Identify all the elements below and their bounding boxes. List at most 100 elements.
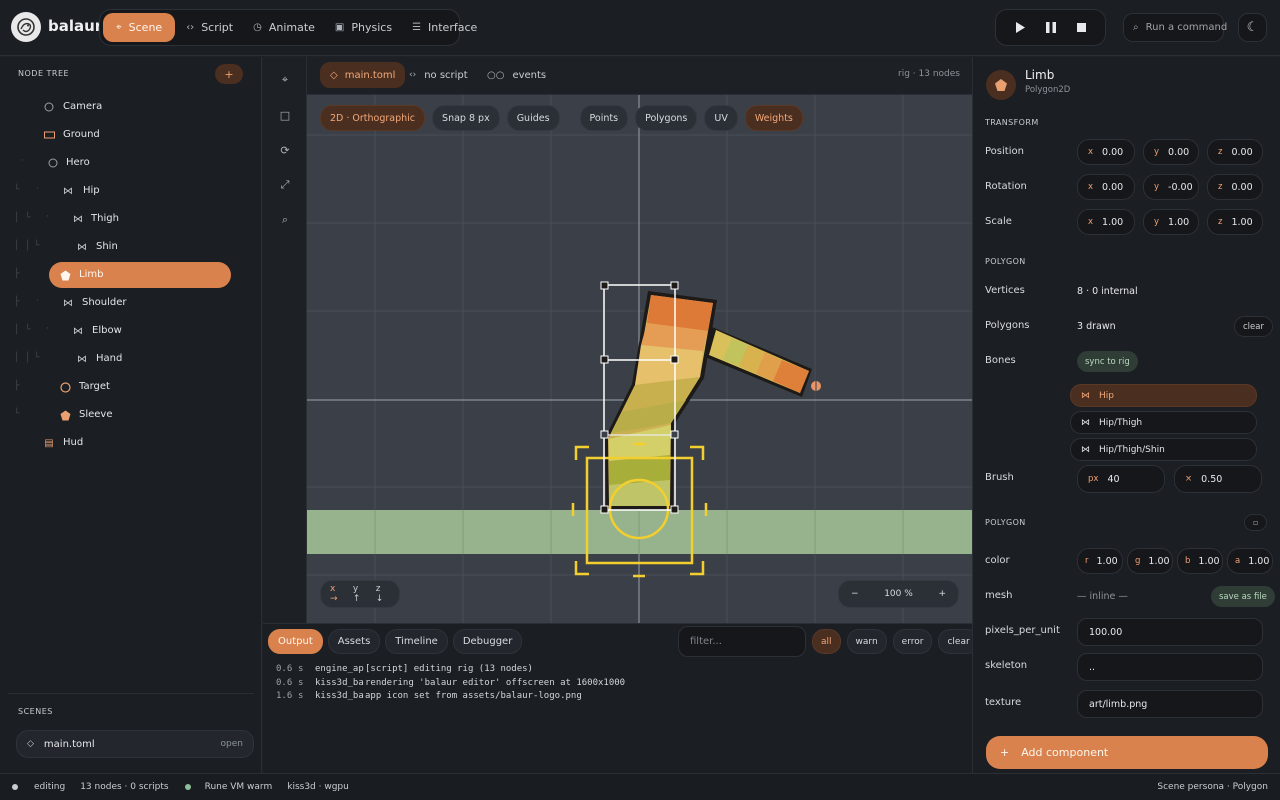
uv-toggle[interactable]: UV	[704, 105, 738, 131]
tab-physics[interactable]: ▣ Physics	[326, 13, 401, 42]
color-g-field[interactable]: g 1.00	[1127, 548, 1173, 574]
bone-item-hip-thigh-shin[interactable]: ⋈ Hip/Thigh/Shin	[1070, 438, 1257, 461]
scale-tool-button[interactable]: ⤢	[275, 175, 295, 195]
tree-guide: └	[34, 353, 40, 363]
script-tab[interactable]: ‹› no script	[409, 62, 468, 88]
rotate-tool-button[interactable]: ⟳	[275, 140, 295, 160]
scale-z-value: 1.00	[1231, 216, 1253, 228]
theme-toggle-button[interactable]: ☾	[1238, 13, 1267, 42]
command-palette-button[interactable]: ⌕ Run a command	[1123, 13, 1227, 42]
scene-open-link[interactable]: open	[221, 739, 243, 749]
position-x-field[interactable]: x 0.00	[1077, 139, 1135, 165]
tree-item-thigh[interactable]: │ └ · ⋈ Thigh	[0, 205, 262, 233]
tree-item-hand[interactable]: │ │ └ ⋈ Hand	[0, 345, 262, 373]
log-filter-input[interactable]	[678, 626, 806, 657]
app-name: balaur	[48, 17, 103, 35]
color-b-field[interactable]: b 1.00	[1177, 548, 1223, 574]
play-button[interactable]	[1009, 17, 1031, 39]
tree-item-shin[interactable]: │ │ └ ⋈ Shin	[0, 233, 262, 261]
tree-item-label: Hand	[96, 353, 123, 364]
snap-toggle[interactable]: Snap 8 px	[432, 105, 500, 131]
brush-size-field[interactable]: px 40	[1077, 465, 1165, 493]
rect-tool-button[interactable]: □	[275, 105, 295, 125]
tree-item-hero[interactable]: · Hero	[0, 149, 262, 177]
tree-item-sleeve[interactable]: └ Sleeve	[0, 401, 262, 429]
points-toggle[interactable]: Points	[579, 105, 629, 131]
tree-item-ground[interactable]: Ground	[0, 121, 262, 149]
sync-to-rig-button[interactable]: sync to rig	[1077, 351, 1138, 372]
sleeve-polygon[interactable]	[705, 327, 821, 397]
rotation-x-field[interactable]: x 0.00	[1077, 174, 1135, 200]
weights-toggle[interactable]: Weights	[744, 105, 803, 131]
scene-viewport[interactable]: 2D · Orthographic Snap 8 px Guides Point…	[307, 95, 972, 623]
tab-script[interactable]: ‹› Script	[177, 13, 242, 42]
expand-dot-icon[interactable]: ·	[21, 156, 24, 166]
scale-x-field[interactable]: x 1.00	[1077, 209, 1135, 235]
tree-item-hud[interactable]: ▤ Hud	[0, 429, 262, 457]
zoom-out-button[interactable]: −	[851, 589, 859, 599]
tab-timeline[interactable]: Timeline	[385, 629, 448, 654]
tree-item-target[interactable]: ├ Target	[0, 373, 262, 401]
scale-label: Scale	[985, 216, 1012, 227]
scale-y-field[interactable]: y 1.00	[1143, 209, 1199, 235]
transport-controls	[995, 9, 1106, 46]
r-tag: r	[1085, 556, 1089, 566]
stop-button[interactable]	[1071, 17, 1093, 39]
add-component-button[interactable]: + Add component	[986, 736, 1268, 769]
level-error[interactable]: error	[892, 629, 933, 654]
component-menu-button[interactable]: ▫	[1244, 514, 1268, 531]
circle-icon	[59, 381, 71, 393]
tab-animate[interactable]: ◷ Animate	[244, 13, 324, 42]
scene-canvas[interactable]	[307, 95, 972, 623]
expand-dot-icon[interactable]: ·	[46, 212, 49, 222]
position-y-field[interactable]: y 0.00	[1143, 139, 1199, 165]
clear-polygons-button[interactable]: clear	[1234, 316, 1273, 337]
tree-item-elbow[interactable]: │ └ · ⋈ Elbow	[0, 317, 262, 345]
tree-item-camera[interactable]: Camera	[0, 93, 262, 121]
file-tab[interactable]: ◇ main.toml	[320, 62, 406, 88]
guides-toggle[interactable]: Guides	[506, 105, 560, 131]
tab-interface[interactable]: ☰ Interface	[403, 13, 486, 42]
projection-toggle[interactable]: 2D · Orthographic	[320, 105, 426, 131]
tree-item-limb[interactable]: ├ Limb	[0, 261, 262, 289]
vertices-label: Vertices	[985, 285, 1025, 296]
bone-item-hip[interactable]: ⋈ Hip	[1070, 384, 1257, 407]
tab-assets[interactable]: Assets	[327, 629, 381, 654]
level-warn[interactable]: warn	[846, 629, 887, 654]
rotation-y-value: -0.00	[1168, 181, 1193, 193]
zoom-in-button[interactable]: +	[938, 589, 946, 599]
expand-dot-icon[interactable]: ·	[36, 296, 39, 306]
tab-output[interactable]: Output	[268, 629, 323, 654]
tab-scene[interactable]: ⌖ Scene	[103, 13, 176, 42]
camera-circle-icon	[43, 101, 55, 113]
expand-dot-icon[interactable]: ·	[36, 184, 39, 194]
scene-file-item[interactable]: ◇ main.toml open	[16, 730, 254, 758]
select-tool-button[interactable]: ⌖	[275, 70, 295, 90]
position-z-field[interactable]: z 0.00	[1207, 139, 1263, 165]
polygons-toggle[interactable]: Polygons	[635, 105, 698, 131]
tree-item-hip[interactable]: └ · ⋈ Hip	[0, 177, 262, 205]
color-r-field[interactable]: r 1.00	[1077, 548, 1123, 574]
save-as-file-button[interactable]: save as file	[1211, 586, 1275, 607]
level-all[interactable]: all	[812, 629, 841, 654]
add-node-button[interactable]: +	[215, 64, 243, 84]
zoom-tool-button[interactable]: ⌕	[275, 210, 295, 230]
color-a-field[interactable]: a 1.00	[1227, 548, 1273, 574]
texture-field[interactable]: art/limb.png	[1077, 690, 1263, 718]
tree-item-label: Thigh	[91, 213, 119, 224]
tree-item-shoulder[interactable]: ├ · ⋈ Shoulder	[0, 289, 262, 317]
bone-item-hip-thigh[interactable]: ⋈ Hip/Thigh	[1070, 411, 1257, 434]
events-tab[interactable]: ○○ events	[487, 62, 546, 88]
pixels-per-unit-field[interactable]: 100.00	[1077, 618, 1263, 646]
pause-button[interactable]	[1040, 17, 1062, 39]
rotation-y-field[interactable]: y -0.00	[1143, 174, 1199, 200]
brush-strength-field[interactable]: × 0.50	[1174, 465, 1262, 493]
skeleton-field[interactable]: ..	[1077, 653, 1263, 681]
position-x-value: 0.00	[1102, 146, 1124, 158]
rotation-z-field[interactable]: z 0.00	[1207, 174, 1263, 200]
tree-guide: ├	[14, 297, 20, 307]
tab-debugger[interactable]: Debugger	[452, 629, 523, 654]
scale-z-field[interactable]: z 1.00	[1207, 209, 1263, 235]
ground-node[interactable]	[307, 510, 972, 554]
expand-dot-icon[interactable]: ·	[46, 324, 49, 334]
